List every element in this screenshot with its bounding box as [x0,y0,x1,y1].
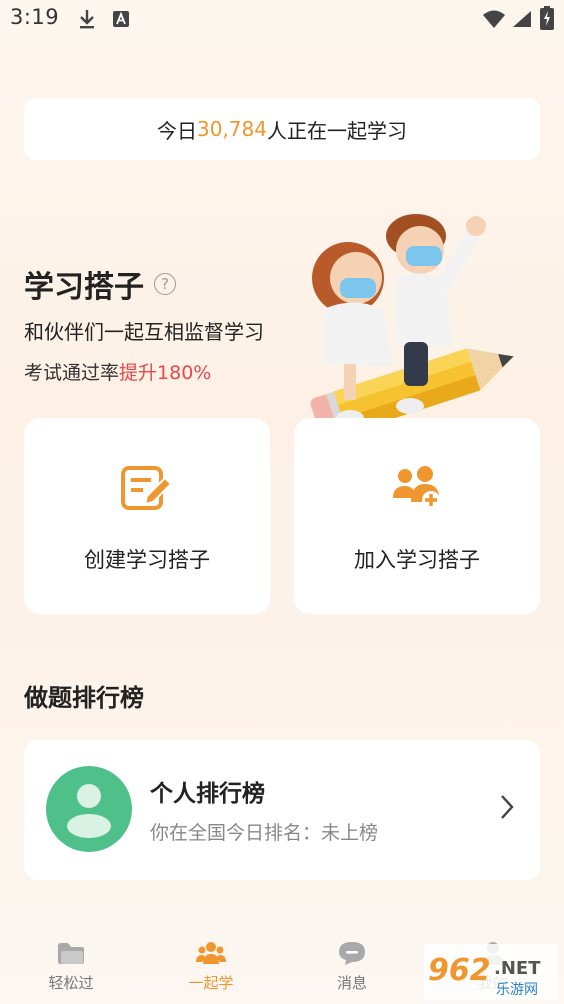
partner-title: 学习搭子 [24,270,144,305]
help-icon[interactable]: ? [154,273,176,295]
svg-text:962: 962 [428,953,491,988]
partner-section-title: 学习搭子 ? [24,262,176,306]
join-partner-label: 加入学习搭子 [354,548,480,572]
people-icon [196,942,226,964]
tab-easy-pass[interactable]: 轻松过 [26,934,116,1004]
banner-count: 30,784 [197,117,267,141]
site-watermark-logo: 962 .NET 乐游网 [424,944,558,1000]
pass-rate-text: 考试通过率提升180% [24,358,211,385]
banner-prefix: 今日 [157,118,197,143]
font-a-icon [113,11,129,27]
ranking-section-title: 做题排行榜 [24,684,144,712]
svg-text:乐游网: 乐游网 [496,982,538,998]
group-add-icon [393,466,440,509]
join-partner-card[interactable]: 加入学习搭子 [294,418,540,614]
svg-text:.NET: .NET [494,958,541,979]
tab-label: 轻松过 [48,974,94,992]
download-icon [80,10,94,29]
edit-note-icon [121,466,173,510]
pass-rate-prefix: 考试通过率 [24,362,120,384]
create-partner-card[interactable]: 创建学习搭子 [24,418,270,614]
banner-suffix: 人正在一起学习 [266,118,407,143]
user-placeholder-icon [67,784,111,838]
chevron-right-icon[interactable] [500,794,514,820]
studying-now-banner: 今日 30,784 人正在一起学习 [24,98,540,160]
kids-on-pencil-illustration [310,214,514,441]
battery-charging-icon [540,6,554,30]
folder-icon [58,943,84,964]
status-bar: 3:19 [0,0,564,40]
signal-icon [513,11,531,27]
pass-rate-highlight: 提升180% [119,362,212,384]
personal-ranking-card[interactable]: 个人排行榜 你在全国今日排名：未上榜 [24,740,540,880]
personal-ranking-title: 个人排行榜 [150,781,265,807]
partner-subtitle: 和伙伴们一起互相监督学习 [24,320,264,344]
tab-label: 消息 [336,974,367,992]
status-time: 3:19 [10,5,60,29]
tab-messages[interactable]: 消息 [307,934,397,1004]
chat-icon [339,942,365,965]
personal-ranking-status: 你在全国今日排名：未上榜 [150,822,379,844]
tab-study-together[interactable]: 一起学 [166,934,256,1004]
create-partner-label: 创建学习搭子 [84,548,210,572]
avatar [46,766,132,852]
wifi-icon [483,10,505,28]
tab-label: 一起学 [188,974,234,992]
